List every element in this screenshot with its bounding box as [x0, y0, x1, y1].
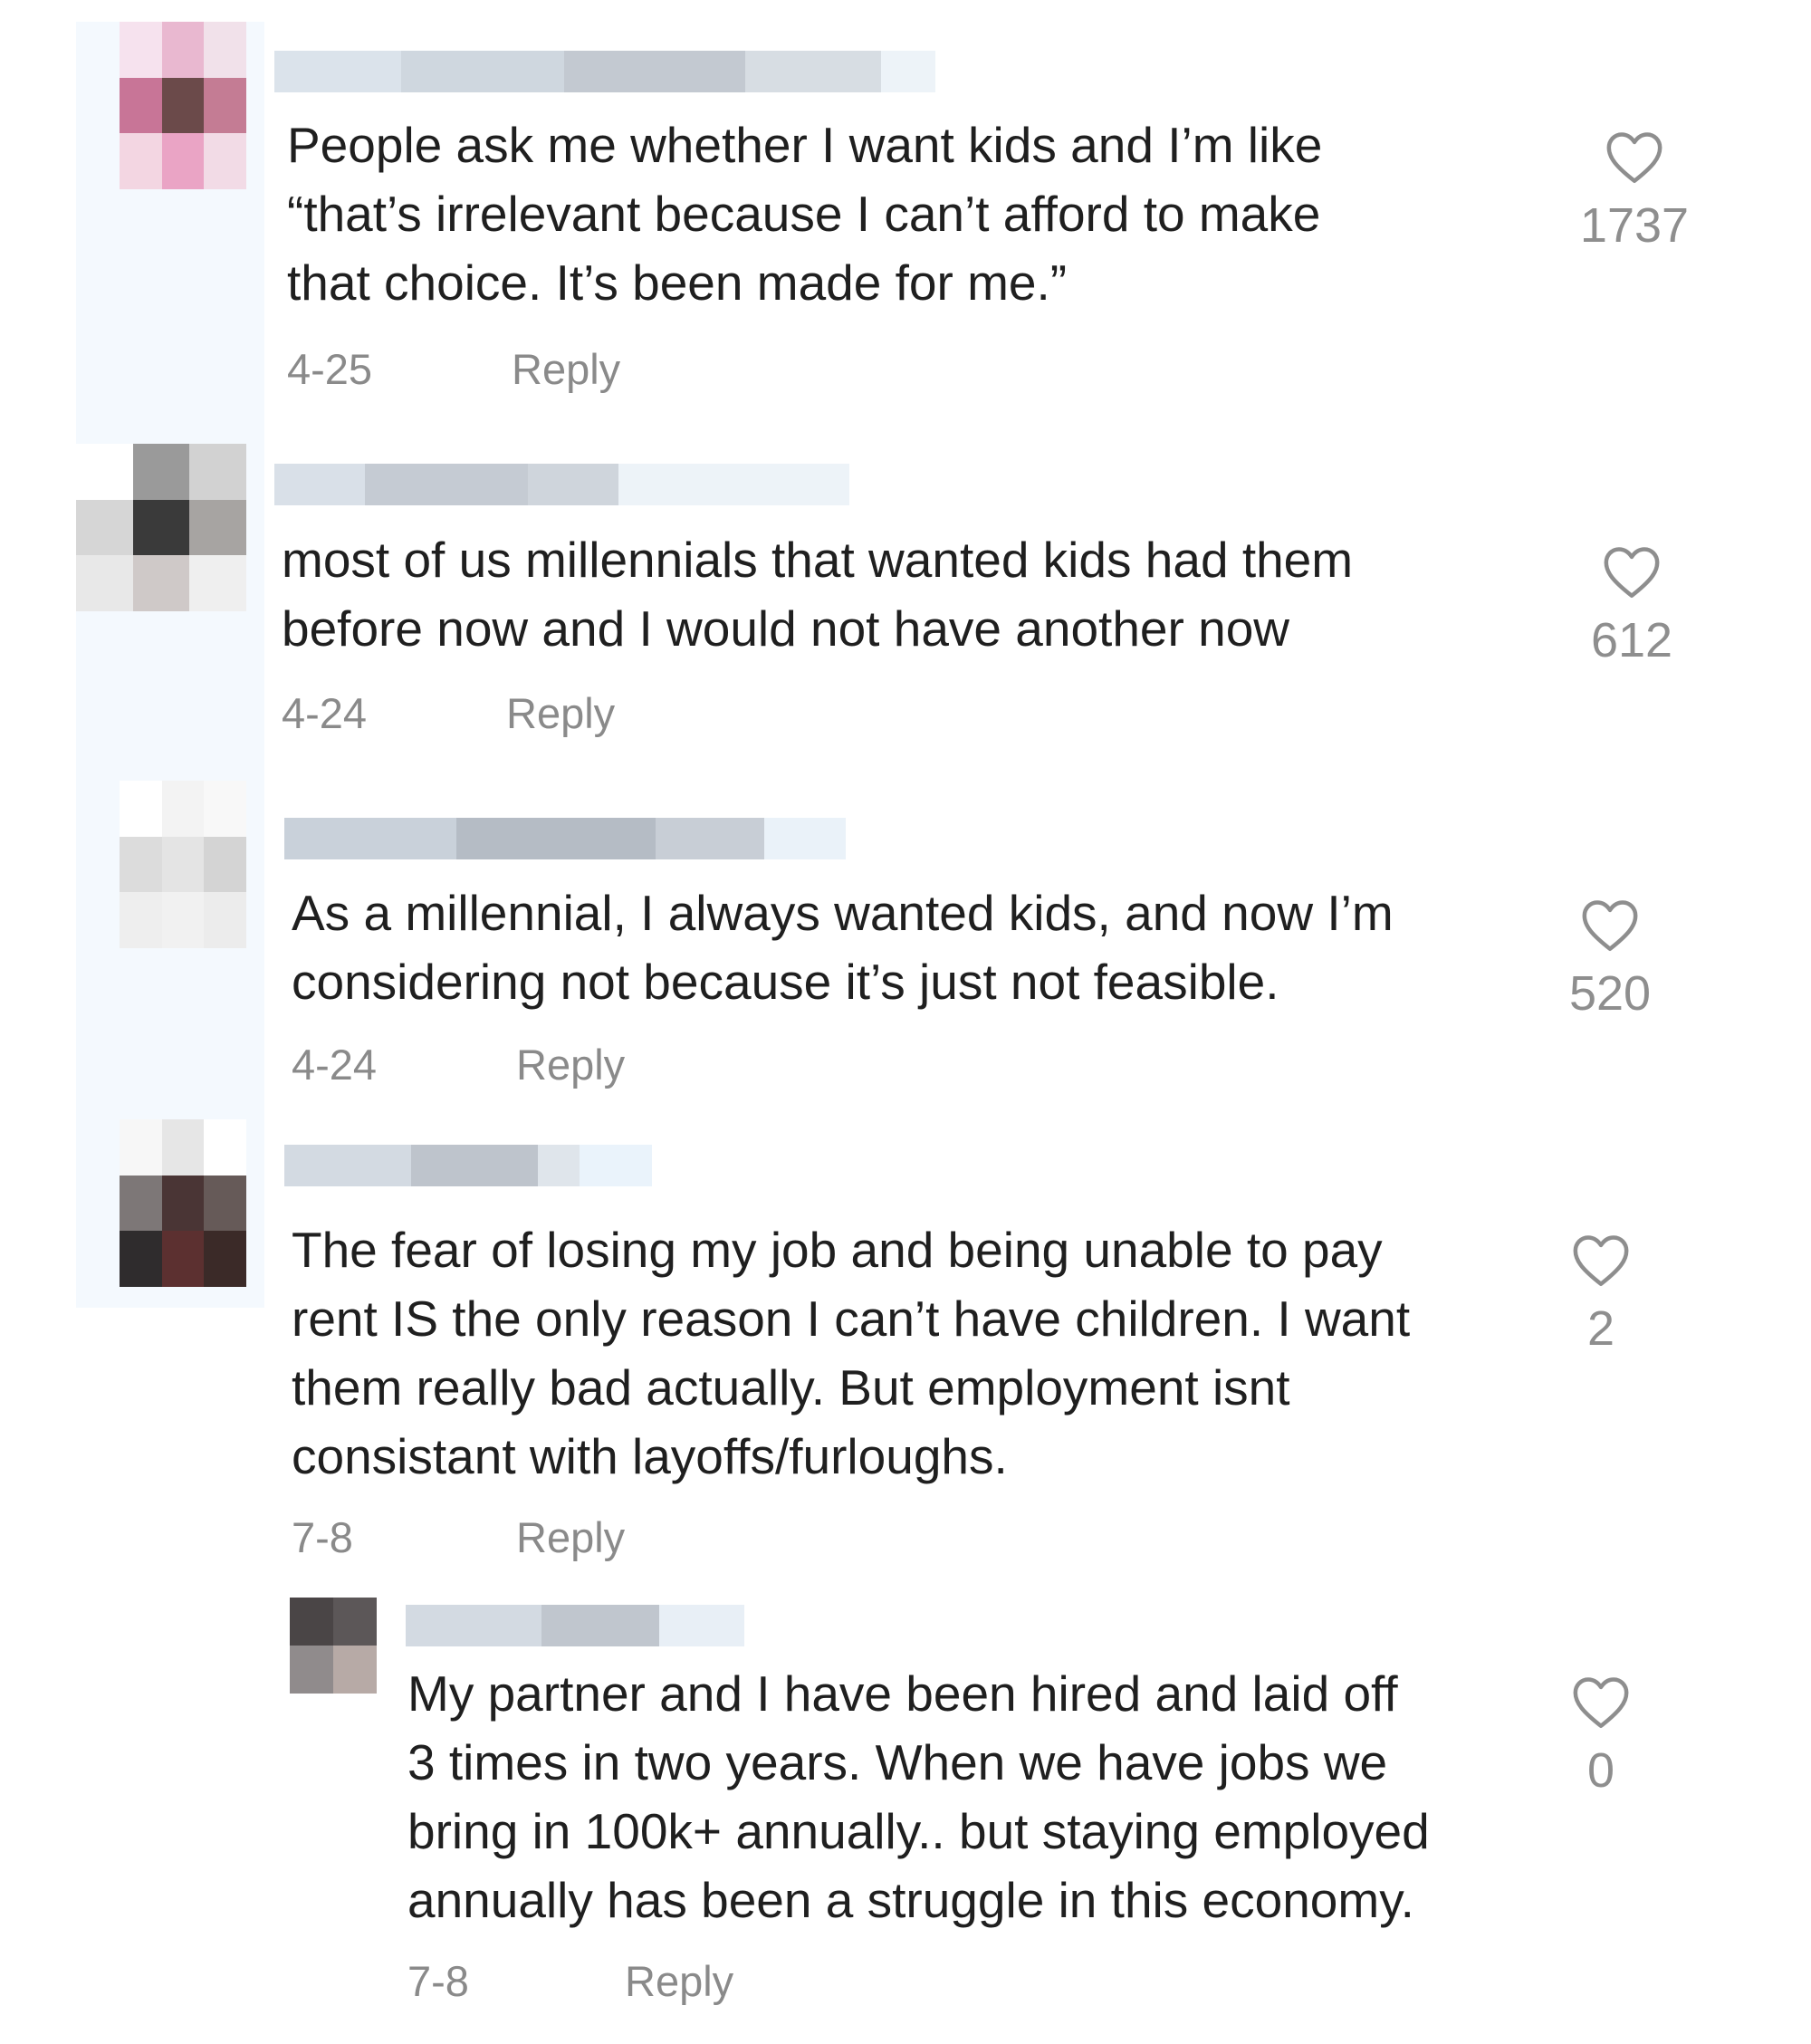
- heart-outline-icon[interactable]: [1570, 1674, 1632, 1730]
- like-control[interactable]: 0: [1528, 1674, 1673, 1799]
- comment-thread-highlight: [76, 22, 264, 1308]
- like-control[interactable]: 2: [1528, 1232, 1673, 1357]
- like-count: 0: [1586, 1743, 1615, 1798]
- reply-button[interactable]: Reply: [506, 688, 615, 738]
- comment-text: My partner and I have been hired and lai…: [407, 1665, 1430, 1928]
- heart-outline-icon[interactable]: [1570, 1232, 1632, 1288]
- comment-date: 4-24: [282, 689, 368, 737]
- avatar[interactable]: [120, 22, 246, 189]
- like-count: 1737: [1579, 198, 1690, 253]
- reply-button[interactable]: Reply: [625, 1956, 733, 2006]
- username-blurred[interactable]: [406, 1605, 744, 1646]
- reply-button[interactable]: Reply: [516, 1512, 625, 1562]
- comment-text: The fear of losing my job and being unab…: [292, 1222, 1411, 1484]
- comment-text: People ask me whether I want kids and I’…: [287, 117, 1323, 311]
- like-control[interactable]: 520: [1538, 897, 1682, 1022]
- like-count: 2: [1586, 1301, 1615, 1356]
- avatar[interactable]: [76, 444, 246, 611]
- like-count: 520: [1568, 966, 1652, 1021]
- heart-outline-icon[interactable]: [1601, 543, 1662, 600]
- comment-text: As a millennial, I always wanted kids, a…: [292, 885, 1394, 1010]
- heart-outline-icon[interactable]: [1604, 129, 1665, 185]
- like-control[interactable]: 612: [1559, 543, 1704, 668]
- username-blurred[interactable]: [284, 1145, 652, 1186]
- comment-date: 4-25: [287, 345, 373, 393]
- reply-button[interactable]: Reply: [512, 344, 620, 394]
- comment-text: most of us millennials that wanted kids …: [282, 532, 1354, 657]
- username-blurred[interactable]: [284, 818, 846, 859]
- avatar[interactable]: [120, 1119, 246, 1287]
- username-blurred[interactable]: [274, 51, 935, 92]
- like-count: 612: [1590, 613, 1673, 667]
- username-blurred[interactable]: [274, 464, 849, 505]
- avatar[interactable]: [290, 1598, 377, 1694]
- heart-outline-icon[interactable]: [1579, 897, 1641, 953]
- like-control[interactable]: 1737: [1562, 129, 1707, 254]
- comment-date: 4-24: [292, 1041, 378, 1089]
- avatar[interactable]: [120, 781, 246, 948]
- comment-date: 7-8: [292, 1513, 353, 1561]
- comment-date: 7-8: [407, 1957, 469, 2005]
- reply-button[interactable]: Reply: [516, 1040, 625, 1089]
